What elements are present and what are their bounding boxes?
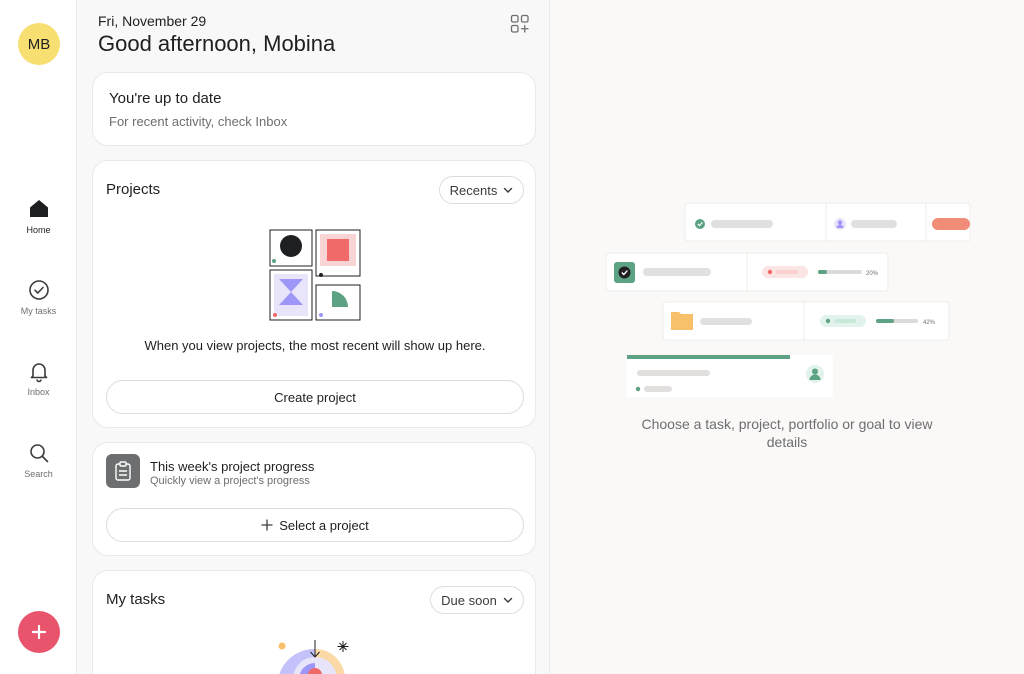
search-icon <box>29 444 48 463</box>
current-date: Fri, November 29 <box>98 13 207 29</box>
sidebar: MB Home My tasks Inbox Search <box>0 0 77 674</box>
sidebar-item-label: Home <box>26 225 51 235</box>
projects-empty-message: When you view projects, the most recent … <box>144 338 486 353</box>
card-subtitle: For recent activity, check Inbox <box>109 114 288 129</box>
details-panel: 20% 42% Choose a task, project, portfoli… <box>550 0 1024 674</box>
card-title: You're up to date <box>109 90 222 107</box>
home-feed: Fri, November 29 Good afternoon, Mobina … <box>77 0 550 674</box>
sidebar-item-label: Search <box>24 469 53 479</box>
button-label: Select a project <box>279 517 369 533</box>
widgets-add-icon[interactable] <box>510 14 530 34</box>
projects-illustration <box>269 229 361 321</box>
plus-icon <box>261 519 273 531</box>
sidebar-item-label: My tasks <box>20 306 57 316</box>
tasks-illustration <box>278 640 349 674</box>
inbox-status-card[interactable]: You're up to date For recent activity, c… <box>92 72 536 146</box>
clipboard-icon <box>106 454 140 488</box>
project-progress-card: This week's project progress Quickly vie… <box>92 442 536 556</box>
filter-label: Due soon <box>441 592 497 608</box>
check-circle-icon <box>28 280 49 300</box>
plus-icon <box>31 624 47 640</box>
filter-label: Recents <box>449 182 498 198</box>
bell-icon <box>30 363 47 383</box>
row-2-progress-percent: 20% <box>866 271 879 277</box>
home-icon <box>29 200 48 217</box>
sidebar-item-inbox[interactable]: Inbox <box>0 359 77 397</box>
select-project-button[interactable]: Select a project <box>106 508 524 542</box>
card-subtitle: Quickly view a project's progress <box>150 475 310 487</box>
due-soon-filter-dropdown[interactable]: Due soon <box>430 586 524 614</box>
details-illustration: 20% 42% <box>605 202 971 397</box>
chevron-down-icon <box>503 597 513 603</box>
projects-card: Projects Recents When you view projects,… <box>92 160 536 428</box>
card-title: Projects <box>106 181 161 198</box>
create-fab-button[interactable] <box>18 611 60 653</box>
sidebar-item-home[interactable]: Home <box>0 197 77 235</box>
sidebar-item-search[interactable]: Search <box>0 441 77 479</box>
create-project-button[interactable]: Create project <box>106 380 524 414</box>
details-empty-caption: Choose a task, project, portfolio or goa… <box>641 416 933 450</box>
row-3-progress-percent: 42% <box>923 320 936 326</box>
avatar[interactable]: MB <box>18 23 60 65</box>
card-title: This week's project progress <box>150 459 315 474</box>
sidebar-item-my-tasks[interactable]: My tasks <box>0 278 77 316</box>
recents-filter-dropdown[interactable]: Recents <box>439 176 524 204</box>
button-label: Create project <box>274 389 356 405</box>
page-title: Good afternoon, Mobina <box>98 31 336 56</box>
my-tasks-card: My tasks Due soon <box>92 570 536 674</box>
sidebar-item-label: Inbox <box>27 387 50 397</box>
card-title: My tasks <box>106 591 166 608</box>
chevron-down-icon <box>504 187 513 193</box>
